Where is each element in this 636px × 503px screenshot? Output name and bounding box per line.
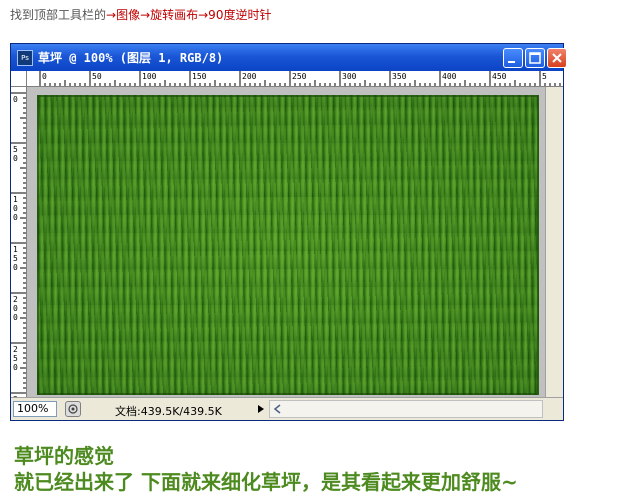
close-icon bbox=[552, 53, 562, 63]
ruler-h-label: 350 bbox=[392, 72, 407, 81]
photoshop-icon: Ps bbox=[17, 49, 33, 66]
ruler-origin[interactable] bbox=[11, 71, 27, 87]
ruler-ticks-v: 0501001502002503 bbox=[11, 92, 26, 397]
maximize-icon bbox=[529, 52, 541, 64]
ruler-v-label: 0 bbox=[13, 204, 18, 213]
canvas-area[interactable] bbox=[27, 87, 545, 397]
vertical-scrollbar[interactable] bbox=[545, 87, 563, 397]
minimize-button[interactable] bbox=[503, 48, 523, 68]
ruler-h-label: 300 bbox=[342, 72, 357, 81]
minimize-icon bbox=[508, 61, 515, 63]
ruler-v-label: 2 bbox=[13, 295, 18, 304]
ruler-h-label: 200 bbox=[242, 72, 257, 81]
ruler-v-label: 0 bbox=[13, 263, 18, 272]
navigator-icon[interactable] bbox=[65, 401, 81, 417]
horizontal-scrollbar[interactable] bbox=[269, 400, 543, 418]
ruler-ticks-h: 0 50 100 150 200 250 300 350 400 450 5 bbox=[39, 71, 561, 86]
ruler-v-label: 5 bbox=[13, 254, 18, 263]
ruler-h-label: 100 bbox=[142, 72, 157, 81]
ruler-v-label: 1 bbox=[13, 195, 18, 204]
title-bar[interactable]: Ps 草坪 @ 100% (图层 1, RGB/8) bbox=[11, 44, 567, 71]
zoom-field[interactable]: 100% bbox=[13, 401, 57, 417]
caption-line-1: 草坪的感觉 bbox=[14, 444, 114, 468]
ruler-v-label: 0 bbox=[13, 313, 18, 322]
close-button[interactable] bbox=[547, 48, 567, 68]
ruler-h-label: 250 bbox=[292, 72, 307, 81]
ruler-h-label: 50 bbox=[92, 72, 102, 81]
window-title: 草坪 @ 100% (图层 1, RGB/8) bbox=[38, 51, 224, 65]
caption-line-2: 就已经出来了 下面就来细化草坪，是其看起来更加舒服~ bbox=[14, 470, 518, 494]
ruler-h-label: 450 bbox=[492, 72, 507, 81]
ruler-v-label: 0 bbox=[13, 363, 18, 372]
ruler-h-label: 400 bbox=[442, 72, 457, 81]
ruler-v-label: 2 bbox=[13, 345, 18, 354]
instruction-text: 找到顶部工具栏的→图像→旋转画布→90度逆时针 bbox=[10, 6, 271, 23]
ruler-v-label: 0 bbox=[13, 154, 18, 163]
ruler-v-label: 5 bbox=[13, 354, 18, 363]
horizontal-ruler[interactable]: 0 50 100 150 200 250 300 350 400 450 5 bbox=[27, 71, 563, 87]
ruler-v-label: 0 bbox=[13, 95, 18, 104]
document-size-info: 文档:439.5K/439.5K bbox=[115, 405, 222, 418]
ruler-v-label: 0 bbox=[13, 304, 18, 313]
document-client: 0 50 100 150 200 250 300 350 400 450 5 05010015020… bbox=[11, 71, 563, 420]
ruler-v-label: 5 bbox=[13, 145, 18, 154]
document-window: Ps 草坪 @ 100% (图层 1, RGB/8) 0 50 100 150 200 2… bbox=[10, 43, 567, 421]
status-bar: 100% 文档:439.5K/439.5K bbox=[11, 397, 563, 420]
ruler-h-label: 150 bbox=[192, 72, 207, 81]
ruler-h-label: 0 bbox=[42, 72, 47, 81]
ruler-v-label: 0 bbox=[13, 213, 18, 222]
maximize-button[interactable] bbox=[525, 48, 545, 68]
status-menu-arrow-icon[interactable] bbox=[255, 401, 267, 417]
instruction-steps: →图像→旋转画布→90度逆时针 bbox=[106, 8, 272, 22]
ruler-h-label: 5 bbox=[542, 72, 547, 81]
vertical-ruler[interactable]: 0501001502002503 bbox=[11, 87, 27, 397]
instruction-prefix: 找到顶部工具栏的 bbox=[10, 8, 107, 22]
grass-image[interactable] bbox=[37, 95, 539, 395]
scroll-left-icon[interactable] bbox=[270, 401, 286, 417]
ruler-v-label: 1 bbox=[13, 245, 18, 254]
